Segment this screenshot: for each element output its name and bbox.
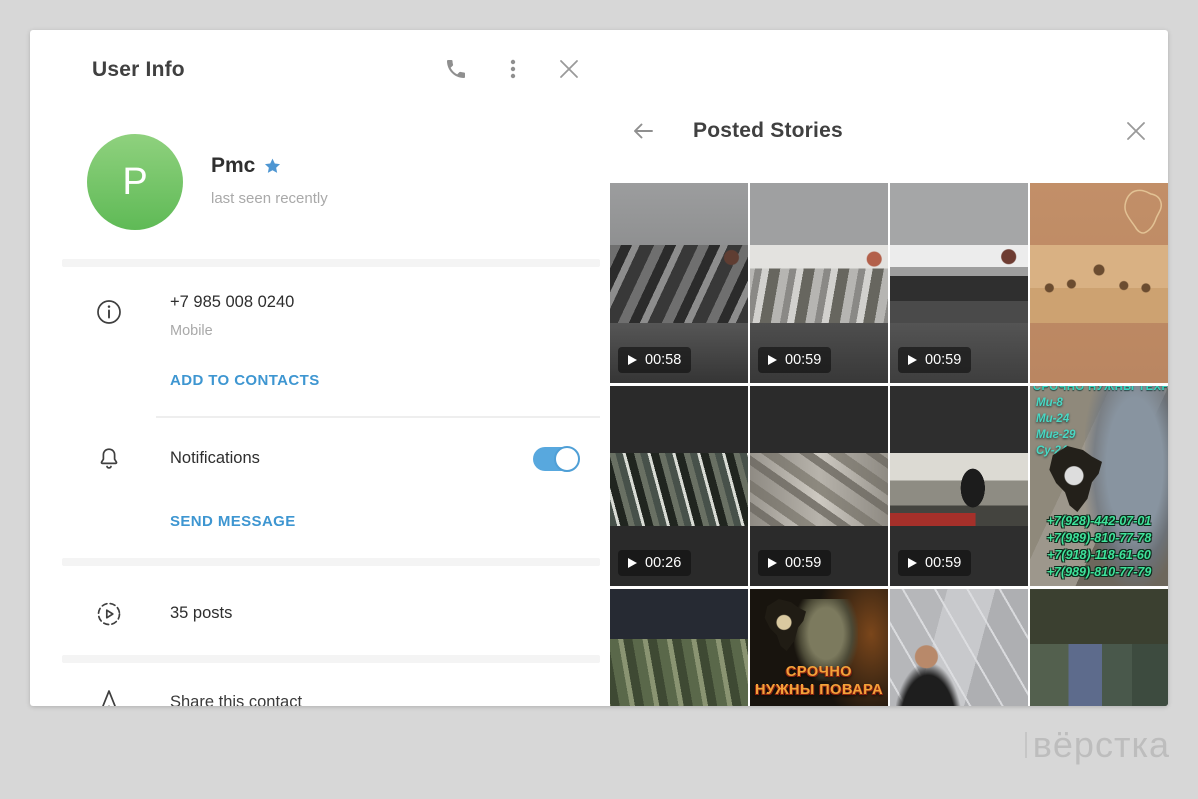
- share-contact-icon: [96, 688, 122, 706]
- story-thumb[interactable]: 00:59: [890, 183, 1028, 383]
- phone-line: +7(928)-442-07-01: [1031, 513, 1167, 530]
- verified-star-icon: [263, 157, 282, 176]
- telegram-window: User Info P Pmc last seen recently: [30, 30, 1168, 706]
- stories-title: Posted Stories: [693, 119, 843, 143]
- story-thumb[interactable]: 00:59: [890, 386, 1028, 586]
- close-icon: [1124, 119, 1148, 143]
- story-thumb[interactable]: СРОЧНО НУЖНЫ ТЕХНИКИ Ми-8 Ми-24 Миг-29 С…: [1030, 386, 1168, 586]
- duration-badge: 00:59: [898, 347, 971, 373]
- send-message-link[interactable]: SEND MESSAGE: [170, 513, 296, 530]
- posts-icon: [96, 601, 122, 627]
- poster-headline: СРОЧНО НУЖНЫ ТЕХНИКИ: [1033, 386, 1167, 393]
- phone-list: +7(928)-442-07-01 +7(989)-810-77-78 +7(9…: [1031, 513, 1167, 581]
- play-icon: [768, 558, 777, 568]
- notifications-toggle[interactable]: [533, 447, 579, 471]
- kebab-menu-icon: [503, 58, 523, 80]
- story-thumb[interactable]: СРОЧНО НУЖНЫ ПОВАРА: [750, 589, 888, 706]
- duration-badge: 00:59: [758, 347, 831, 373]
- play-icon: [908, 355, 917, 365]
- info-icon: [96, 299, 122, 325]
- phone-line: +7(918)-118-61-60: [1031, 547, 1167, 564]
- play-icon: [768, 355, 777, 365]
- watermark: вёрстка: [1025, 724, 1170, 766]
- duration-badge: 00:26: [618, 550, 691, 576]
- close-user-info-button[interactable]: [554, 54, 584, 84]
- story-thumb[interactable]: 00:26: [610, 386, 748, 586]
- phone-label: Mobile: [170, 323, 213, 339]
- back-button[interactable]: [628, 116, 658, 146]
- toggle-knob: [554, 446, 580, 472]
- posted-stories-panel: Posted Stories 00:58 00:59 00:59: [600, 30, 1168, 706]
- story-thumb[interactable]: 00:58: [610, 183, 748, 383]
- user-info-panel: User Info P Pmc last seen recently: [30, 30, 600, 706]
- section-divider: [62, 259, 600, 267]
- aircraft-line: Миг-29: [1036, 427, 1075, 443]
- share-contact-label[interactable]: Share this contact: [170, 693, 302, 706]
- poster-caption: СРОЧНО НУЖНЫ ПОВАРА: [754, 663, 884, 699]
- avatar[interactable]: P: [87, 134, 183, 230]
- phone-number[interactable]: +7 985 008 0240: [170, 293, 294, 312]
- close-stories-button[interactable]: [1121, 116, 1151, 146]
- section-divider: [62, 558, 600, 566]
- posts-count[interactable]: 35 posts: [170, 604, 232, 623]
- bell-icon: [96, 446, 122, 472]
- story-thumb[interactable]: [890, 589, 1028, 706]
- duration-badge: 00:58: [618, 347, 691, 373]
- phone-icon: [444, 57, 468, 81]
- aircraft-line: Ми-8: [1036, 395, 1075, 411]
- story-thumb[interactable]: 00:59: [750, 386, 888, 586]
- more-options-button[interactable]: [498, 54, 528, 84]
- phone-line: +7(989)-810-77-78: [1031, 530, 1167, 547]
- story-thumb[interactable]: 00:59: [750, 183, 888, 383]
- duration-badge: 00:59: [898, 550, 971, 576]
- notifications-label: Notifications: [170, 449, 260, 468]
- africa-outline-icon: [1118, 187, 1164, 239]
- story-thumb[interactable]: [610, 589, 748, 706]
- profile-name: Pmc: [211, 154, 282, 178]
- story-thumb[interactable]: [1030, 183, 1168, 383]
- add-to-contacts-link[interactable]: ADD TO CONTACTS: [170, 372, 320, 389]
- play-icon: [628, 355, 637, 365]
- phone-line: +7(989)-810-77-79: [1031, 564, 1167, 581]
- section-divider: [62, 655, 600, 663]
- play-icon: [628, 558, 637, 568]
- duration-badge: 00:59: [758, 550, 831, 576]
- play-icon: [908, 558, 917, 568]
- aircraft-line: Ми-24: [1036, 411, 1075, 427]
- user-info-title: User Info: [92, 58, 185, 82]
- status-text: last seen recently: [211, 190, 328, 207]
- close-icon: [557, 57, 581, 81]
- inset-divider: [156, 416, 600, 418]
- back-arrow-icon: [630, 118, 656, 144]
- avatar-initial: P: [122, 161, 147, 204]
- watermark-bar: [1025, 732, 1027, 758]
- call-button[interactable]: [441, 54, 471, 84]
- story-thumb[interactable]: [1030, 589, 1168, 706]
- stories-grid: 00:58 00:59 00:59 00:26: [610, 183, 1168, 706]
